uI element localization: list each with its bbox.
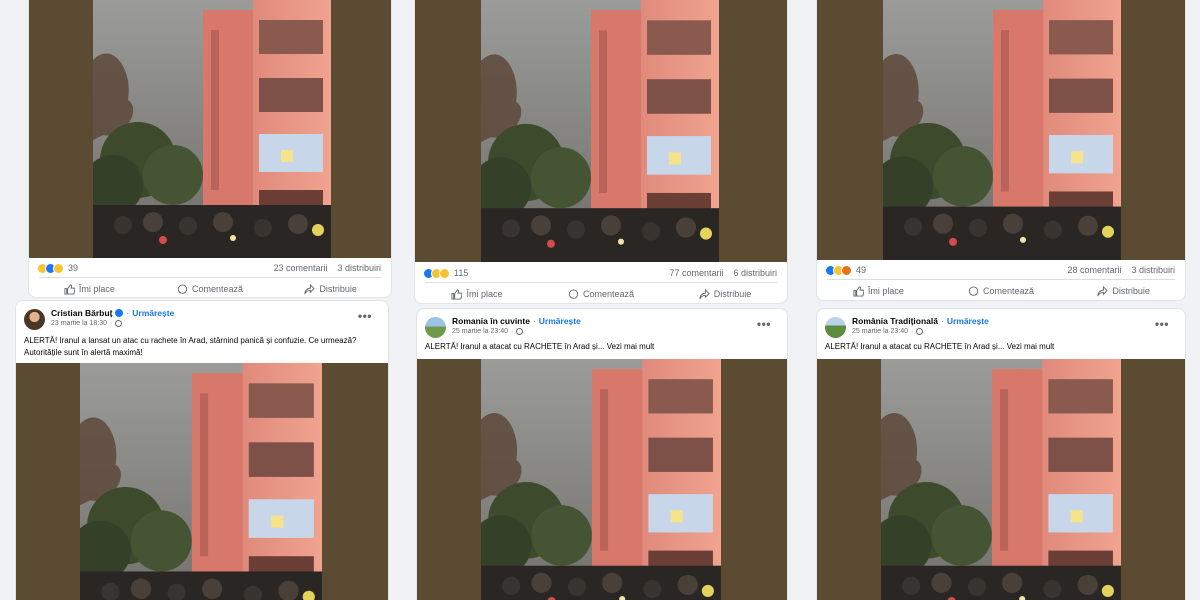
globe-icon [115,320,123,327]
post-card-bottom-2: Romania în cuvinte · Urmărește 25 martie l… [416,308,788,600]
share-count[interactable]: 3 distribuiri [337,263,381,273]
thumbs-up-icon [64,283,75,295]
post-date[interactable]: 25 martie la 23:40 [452,328,508,335]
avatar[interactable] [24,309,45,330]
author-name[interactable]: Romania în cuvinte [452,316,530,326]
reactions-icons[interactable] [825,264,852,276]
post-photo[interactable] [29,0,391,258]
building-damage-image [93,0,331,258]
post-photo[interactable] [817,359,1185,600]
verified-icon [115,309,124,317]
building-damage-image [80,363,322,600]
post-card-top-1: 39 23 comentarii 3 distribuiri Îmi place… [28,0,392,298]
post-photo[interactable] [16,363,388,600]
post-card-top-3: 49 28 comentarii 3 distribuiri Îmi place… [816,0,1186,301]
reaction-count[interactable]: 115 [454,268,468,278]
avatar[interactable] [825,317,846,338]
comment-button[interactable]: Comentează [940,280,1063,300]
globe-icon [516,328,524,335]
comment-label: Comentează [982,286,1035,296]
comment-icon [968,285,979,296]
share-label: Distribuie [319,284,357,294]
share-icon [304,283,316,294]
post-photo[interactable] [415,0,787,262]
comment-icon [177,283,188,294]
building-damage-image [883,0,1121,260]
like-button[interactable]: Îmi place [29,278,150,297]
like-label: Îmi place [78,284,115,294]
post-card-bottom-1: Cristian Bărbuț · Urmărește 23 martie la 1… [15,300,389,600]
follow-button[interactable]: Urmărește [539,316,581,326]
like-button[interactable]: Îmi place [817,280,940,300]
comment-label: Comentează [582,289,635,299]
post-text: ALERTĂ! Iranul a atacat cu RACHETE în Ar… [825,342,1055,351]
comment-button[interactable]: Comentează [150,278,271,297]
share-label: Distribuie [713,289,752,299]
post-card-top-2: 115 77 comentarii 6 distribuiri Îmi plac… [414,0,788,304]
more-options-icon[interactable]: ••• [1155,317,1169,331]
like-button[interactable]: Îmi place [415,283,539,303]
reactions-icons[interactable] [423,267,450,279]
share-button[interactable]: Distribuie [663,283,787,303]
reaction-count[interactable]: 49 [856,265,866,275]
like-label: Îmi place [867,286,904,296]
globe-icon [916,328,924,335]
more-options-icon[interactable]: ••• [358,309,372,323]
post-text: ALERTĂ! Iranul a lansat un atac cu rache… [24,336,357,357]
thumbs-up-icon [853,285,864,297]
post-photo[interactable] [417,359,787,600]
share-icon [1097,285,1109,296]
comment-icon [568,288,579,299]
share-label: Distribuie [1112,286,1150,296]
share-button[interactable]: Distribuie [270,278,391,297]
building-damage-image [481,359,721,600]
author-name[interactable]: Cristian Bărbuț [51,308,112,318]
thumbs-up-icon [451,288,463,300]
post-photo[interactable] [817,0,1185,260]
comment-count[interactable]: 23 comentarii [273,263,327,273]
building-damage-image [481,0,719,262]
follow-button[interactable]: Urmărește [947,316,989,326]
building-damage-image [881,359,1121,600]
reactions-icons[interactable] [37,262,64,274]
comment-label: Comentează [191,284,244,294]
share-count[interactable]: 6 distribuiri [733,268,777,278]
post-card-bottom-3: România Tradițională · Urmărește 25 martie… [816,308,1186,600]
post-date[interactable]: 23 martie la 18:30 [51,320,107,327]
more-options-icon[interactable]: ••• [757,317,771,331]
like-label: Îmi place [466,289,503,299]
share-icon [699,288,710,299]
follow-button[interactable]: Urmărește [132,308,174,318]
post-text: ALERTĂ! Iranul a atacat cu RACHETE în Ar… [425,342,655,351]
comment-count[interactable]: 77 comentarii [669,268,723,278]
comment-button[interactable]: Comentează [539,283,663,303]
share-count[interactable]: 3 distribuiri [1131,265,1175,275]
angry-icon [841,264,852,276]
post-date[interactable]: 25 martie la 23:40 [852,328,908,335]
share-button[interactable]: Distribuie [1062,280,1185,300]
avatar[interactable] [425,317,446,338]
comment-count[interactable]: 28 comentarii [1067,265,1121,275]
sad-icon [53,262,64,274]
sad-icon [439,267,450,279]
author-name[interactable]: România Tradițională [852,316,938,326]
reaction-count[interactable]: 39 [68,263,78,273]
